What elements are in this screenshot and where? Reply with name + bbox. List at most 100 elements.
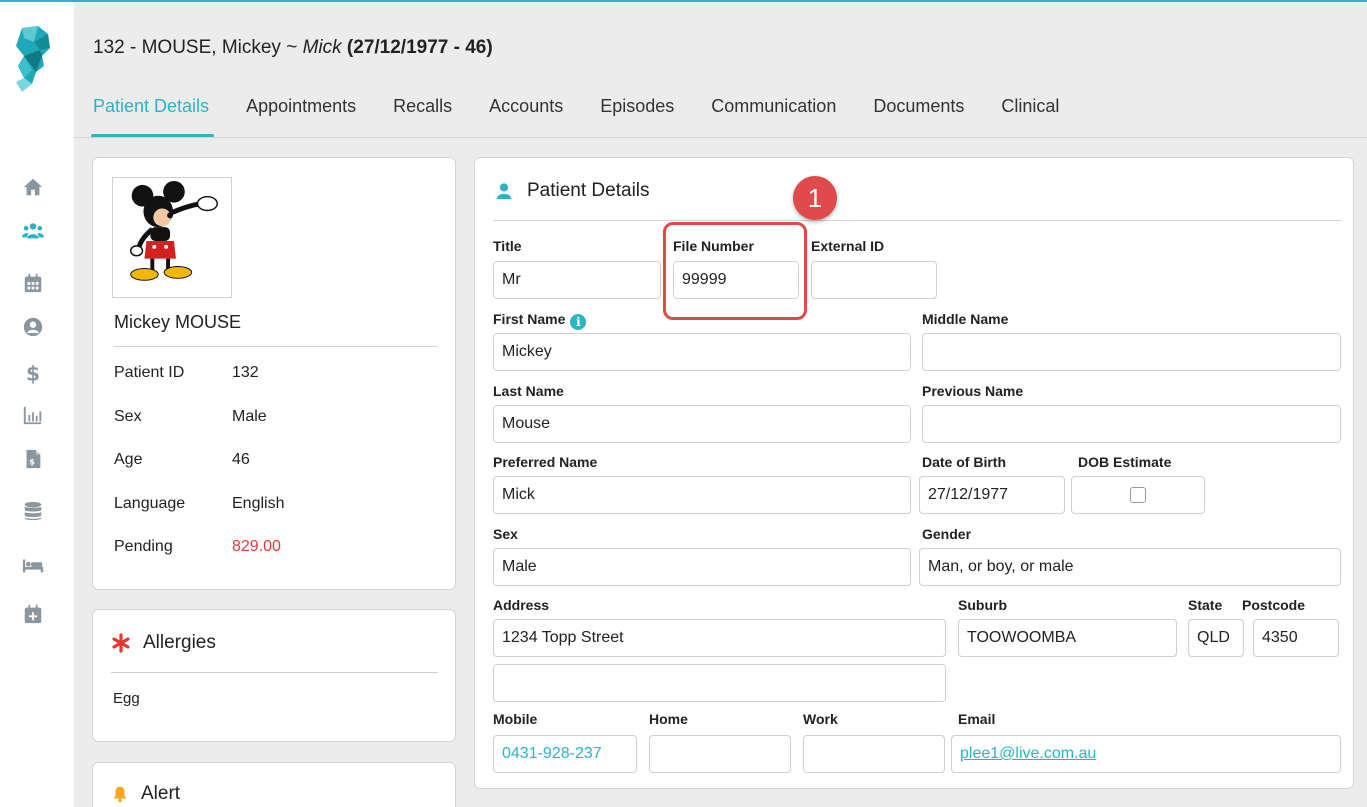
dollar-icon[interactable]: $ <box>22 362 44 384</box>
tab-clinical[interactable]: Clinical <box>1001 96 1059 136</box>
work-field[interactable] <box>803 735 945 773</box>
allergy-item: Egg <box>113 690 140 707</box>
address-line1-field[interactable]: 1234 Topp Street <box>493 619 946 657</box>
step-number-badge: 1 <box>793 176 837 220</box>
patient-summary-card: Mickey MOUSE Patient ID 132 Sex Male Age 46… <box>92 157 456 590</box>
summary-row-patient-id: Patient ID 132 <box>114 364 259 382</box>
left-rail: $ $ <box>0 0 1367 807</box>
gender-select[interactable]: Man, or boy, or male <box>919 548 1341 586</box>
summary-label: Pending <box>114 538 173 555</box>
state-field[interactable]: QLD <box>1188 619 1244 657</box>
first-name-label: First Name i <box>493 311 587 330</box>
address-line2-field[interactable] <box>493 664 946 702</box>
chart-icon[interactable] <box>22 404 44 426</box>
info-icon[interactable]: i <box>570 314 587 330</box>
tab-recalls[interactable]: Recalls <box>393 96 452 136</box>
home-label: Home <box>649 711 688 727</box>
summary-label: Language <box>114 495 186 512</box>
preferred-name-label: Preferred Name <box>493 454 598 470</box>
patient-name: Mickey MOUSE <box>114 312 242 332</box>
summary-row-pending: Pending 829.00 <box>114 538 281 556</box>
patient-photo[interactable] <box>112 177 232 298</box>
calendar-icon[interactable] <box>22 272 44 294</box>
bed-icon[interactable] <box>22 554 44 576</box>
top-accent-line <box>0 0 1367 2</box>
title-label: Title <box>493 238 522 254</box>
pending-amount[interactable]: 829.00 <box>232 538 281 555</box>
dob-estimate-field <box>1071 476 1205 514</box>
first-name-field[interactable]: Mickey <box>493 333 911 371</box>
tab-patient-details[interactable]: Patient Details <box>90 96 215 138</box>
external-id-field[interactable] <box>811 261 937 299</box>
divider <box>114 346 437 347</box>
divider <box>493 220 1341 221</box>
asterisk-icon <box>111 633 131 653</box>
alert-title: Alert <box>141 783 181 804</box>
header-nickname: Mick <box>302 37 342 58</box>
address-label: Address <box>493 597 550 613</box>
patient-tabs: Patient Details Appointments Recalls Acc… <box>90 96 1096 138</box>
allergies-title: Allergies <box>143 632 216 653</box>
previous-name-label: Previous Name <box>922 383 1024 399</box>
title-field[interactable]: Mr <box>493 261 661 299</box>
tabs-divider <box>74 137 1367 138</box>
summary-value: 132 <box>232 364 259 381</box>
summary-label: Age <box>114 451 143 468</box>
summary-label: Patient ID <box>114 364 185 381</box>
summary-row-language: Language English <box>114 495 284 513</box>
database-icon[interactable] <box>22 500 44 522</box>
home-field[interactable] <box>649 735 791 773</box>
work-label: Work <box>803 711 838 727</box>
dob-field[interactable]: 27/12/1977 <box>919 476 1065 514</box>
app-logo[interactable] <box>14 26 50 96</box>
patient-header-title: 132 - MOUSE, Mickey ~ Mick (27/12/1977 -… <box>93 37 493 59</box>
mobile-label: Mobile <box>493 711 538 727</box>
summary-value: 46 <box>232 451 250 468</box>
header-id-name: 132 - MOUSE, Mickey ~ <box>93 37 303 58</box>
tab-documents[interactable]: Documents <box>873 96 964 136</box>
tab-communication[interactable]: Communication <box>711 96 836 136</box>
email-field[interactable]: plee1@live.com.au <box>951 735 1341 773</box>
patient-details-card: Patient Details Title File Number Extern… <box>474 157 1354 789</box>
gender-label: Gender <box>922 526 972 542</box>
allergies-card: Allergies Egg <box>92 609 456 742</box>
invoice-icon[interactable]: $ <box>22 448 44 470</box>
summary-row-age: Age 46 <box>114 451 250 469</box>
dob-estimate-label: DOB Estimate <box>1078 454 1172 470</box>
user-icon <box>495 182 513 200</box>
details-section-title: Patient Details <box>495 180 650 202</box>
mobile-field[interactable]: 0431-928-237 <box>493 735 637 773</box>
details-title: Patient Details <box>527 180 650 201</box>
last-name-field[interactable]: Mouse <box>493 405 911 443</box>
preferred-name-field[interactable]: Mick <box>493 476 911 514</box>
alert-card: Alert <box>92 762 456 807</box>
tab-episodes[interactable]: Episodes <box>600 96 674 136</box>
summary-label: Sex <box>114 408 142 425</box>
svg-text:$: $ <box>29 457 35 467</box>
external-id-label: External ID <box>811 238 885 254</box>
summary-value: Male <box>232 408 267 425</box>
sex-label: Sex <box>493 526 518 542</box>
alert-header[interactable]: Alert <box>111 783 180 805</box>
allergies-header[interactable]: Allergies <box>111 632 216 654</box>
last-name-label: Last Name <box>493 383 564 399</box>
bell-icon <box>111 785 129 803</box>
calendar-plus-icon[interactable] <box>22 603 44 625</box>
dob-estimate-checkbox[interactable] <box>1130 487 1146 503</box>
middle-name-field[interactable] <box>922 333 1341 371</box>
state-label: State <box>1188 597 1223 613</box>
previous-name-field[interactable] <box>922 405 1341 443</box>
middle-name-label: Middle Name <box>922 311 1009 327</box>
summary-row-sex: Sex Male <box>114 408 267 426</box>
home-icon[interactable] <box>22 176 44 198</box>
tab-accounts[interactable]: Accounts <box>489 96 563 136</box>
postcode-field[interactable]: 4350 <box>1253 619 1339 657</box>
postcode-label: Postcode <box>1242 597 1306 613</box>
tab-appointments[interactable]: Appointments <box>246 96 356 136</box>
user-circle-icon[interactable] <box>22 316 44 338</box>
first-name-label-text: First Name <box>493 311 566 327</box>
sex-select[interactable]: Male <box>493 548 911 586</box>
header-dob-age: (27/12/1977 - 46) <box>341 37 493 58</box>
patients-icon[interactable] <box>22 220 44 242</box>
suburb-field[interactable]: TOOWOOMBA <box>958 619 1177 657</box>
